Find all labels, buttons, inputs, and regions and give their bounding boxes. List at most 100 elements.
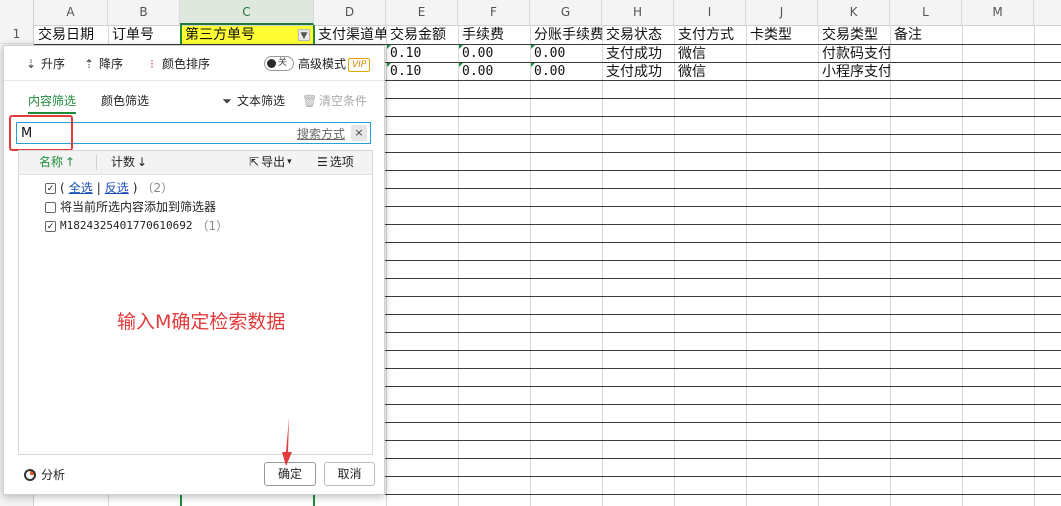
header-cell-trade-date[interactable]: 交易日期	[35, 26, 108, 44]
sort-ascending-icon: ⇣	[25, 57, 37, 71]
toggle-state-label: 关	[278, 58, 288, 68]
header-cell-split-fee[interactable]: 分账手续费	[531, 26, 602, 44]
header-cell-method[interactable]: 支付方式	[675, 26, 746, 44]
header-cell-amount[interactable]: 交易金额	[387, 26, 458, 44]
column-header-j[interactable]: J	[746, 0, 818, 25]
cell-fee[interactable]: 0.00	[459, 45, 530, 63]
cell-fee[interactable]: 0.00	[459, 63, 530, 81]
toggle-knob	[267, 59, 276, 68]
sort-descending-icon: ⇡	[83, 57, 95, 71]
checkbox-checked-icon[interactable]: ✓	[45, 182, 56, 194]
invert-link[interactable]: 反选	[105, 179, 129, 197]
cell-method[interactable]: 微信	[675, 63, 746, 81]
header-cell-fee[interactable]: 手续费	[459, 26, 530, 44]
separator: |	[96, 181, 101, 195]
export-label: 导出	[261, 155, 286, 169]
analysis-button[interactable]: 分析	[24, 466, 65, 484]
export-icon: ⇱	[249, 155, 260, 169]
analysis-label: 分析	[41, 468, 66, 482]
cell-amount[interactable]: 0.10	[387, 63, 458, 81]
column-header-i[interactable]: I	[674, 0, 746, 25]
annotation-text: 输入M确定检索数据	[117, 311, 286, 333]
column-header-a[interactable]: A	[34, 0, 108, 25]
column-header-g[interactable]: G	[530, 0, 602, 25]
clear-conditions-label: 清空条件	[319, 94, 368, 108]
arrow-down-icon: ↓	[137, 155, 148, 169]
chevron-down-icon: ▾	[287, 157, 292, 167]
value-count: （1）	[196, 219, 229, 233]
cell-amount[interactable]: 0.10	[387, 45, 458, 63]
advanced-mode-label[interactable]: 高级模式	[298, 55, 346, 73]
column-header-m[interactable]: M	[962, 0, 1034, 25]
cell-trade-type[interactable]: 小程序支付	[819, 63, 890, 81]
column-header-b[interactable]: B	[108, 0, 180, 25]
list-header: 名称 ↑ 计数 ↓ ⇱ 导出 ▾ ☰ 选项	[19, 151, 372, 175]
header-cell-order-no[interactable]: 订单号	[109, 26, 180, 44]
sort-descending-button[interactable]: ⇡ 降序	[82, 55, 123, 73]
value-label: M1824325401770610692	[60, 219, 193, 232]
cell-split-fee[interactable]: 0.00	[531, 63, 602, 81]
tab-content-filter[interactable]: 内容筛选	[28, 90, 77, 114]
sort-by-name-button[interactable]: 名称 ↑	[39, 151, 75, 174]
vip-badge: VIP	[348, 58, 371, 72]
name-label: 名称	[39, 155, 64, 169]
list-item-value[interactable]: ✓ M1824325401770610692 （1）	[45, 217, 228, 235]
column-header-k[interactable]: K	[818, 0, 890, 25]
select-all-link[interactable]: 全选	[69, 179, 93, 197]
select-all-corner[interactable]	[0, 0, 34, 25]
text-filter-button[interactable]: ⏷ 文本筛选	[220, 90, 285, 112]
cell-split-fee[interactable]: 0.00	[531, 45, 602, 63]
column-header-h[interactable]: H	[602, 0, 674, 25]
tab-color-filter[interactable]: 颜色筛选	[101, 90, 149, 112]
advanced-mode-toggle[interactable]: 关	[264, 56, 294, 71]
cancel-button[interactable]: 取消	[324, 462, 375, 486]
paren-open: (	[60, 181, 65, 195]
header-cell-remark[interactable]: 备注	[891, 26, 962, 44]
list-item-select-all[interactable]: ✓ ( 全选 | 反选 ) （2）	[45, 179, 173, 197]
checkbox-unchecked-icon[interactable]	[45, 201, 56, 213]
list-item-add-to-filter[interactable]: 将当前所选内容添加到筛选器	[45, 198, 216, 216]
column-header-f[interactable]: F	[458, 0, 530, 25]
column-header-d[interactable]: D	[314, 0, 386, 25]
cell-status[interactable]: 支付成功	[603, 63, 674, 81]
row-number-1[interactable]: 1	[0, 25, 34, 44]
export-button[interactable]: ⇱ 导出 ▾	[249, 151, 292, 174]
filter-value-list[interactable]: 名称 ↑ 计数 ↓ ⇱ 导出 ▾ ☰ 选项 ✓ ( 全选 | 反选) （2） …	[18, 150, 373, 455]
color-sort-icon: ⁝	[150, 57, 154, 71]
color-sort-label: 颜色排序	[162, 57, 211, 71]
column-header-l[interactable]: L	[890, 0, 962, 25]
sort-descending-label: 降序	[99, 57, 124, 71]
color-sort-button[interactable]: ⁝ 颜色排序	[145, 55, 210, 73]
paren-close: )	[132, 181, 138, 195]
sort-by-count-button[interactable]: 计数 ↓	[111, 151, 147, 174]
funnel-icon: ⏷	[222, 94, 232, 108]
cell-trade-type[interactable]: 付款码支付	[819, 45, 890, 63]
header-cell-channel[interactable]: 支付渠道单	[315, 26, 386, 44]
count-label: 计数	[111, 155, 136, 169]
filter-dropdown-icon[interactable]: ▼	[298, 29, 310, 41]
options-button[interactable]: ☰ 选项	[317, 151, 354, 174]
cell-method[interactable]: 微信	[675, 45, 746, 63]
pie-chart-icon	[24, 469, 36, 481]
sort-ascending-button[interactable]: ⇣ 升序	[24, 55, 65, 73]
header-divider	[96, 155, 97, 170]
checkbox-checked-icon[interactable]: ✓	[45, 220, 56, 232]
header-cell-card-type[interactable]: 卡类型	[747, 26, 818, 44]
clear-search-icon[interactable]: ×	[351, 125, 367, 141]
header-cell-trade-type[interactable]: 交易类型	[819, 26, 890, 44]
filter-toolbar: ⇣ 升序 ⇡ 降序 ⁝ 颜色排序 关 高级模式 VIP	[4, 46, 384, 81]
highlight-box	[9, 115, 73, 151]
column-header-c[interactable]: C	[180, 0, 314, 25]
cell-status[interactable]: 支付成功	[603, 45, 674, 63]
column-header-e[interactable]: E	[386, 0, 458, 25]
menu-icon: ☰	[317, 155, 328, 169]
header-cell-third-party-no[interactable]: 第三方单号	[182, 26, 313, 44]
header-cell-status[interactable]: 交易状态	[603, 26, 674, 44]
search-mode-link[interactable]: 搜索方式	[297, 125, 345, 142]
options-label: 选项	[329, 155, 354, 169]
text-filter-label: 文本筛选	[237, 94, 286, 108]
select-all-count: （2）	[141, 181, 174, 195]
clear-conditions-button[interactable]: 🗑 清空条件	[302, 90, 367, 112]
filter-tabs: 内容筛选 颜色筛选 ⏷ 文本筛选 🗑 清空条件	[4, 90, 384, 114]
arrow-up-icon: ↑	[65, 155, 76, 169]
